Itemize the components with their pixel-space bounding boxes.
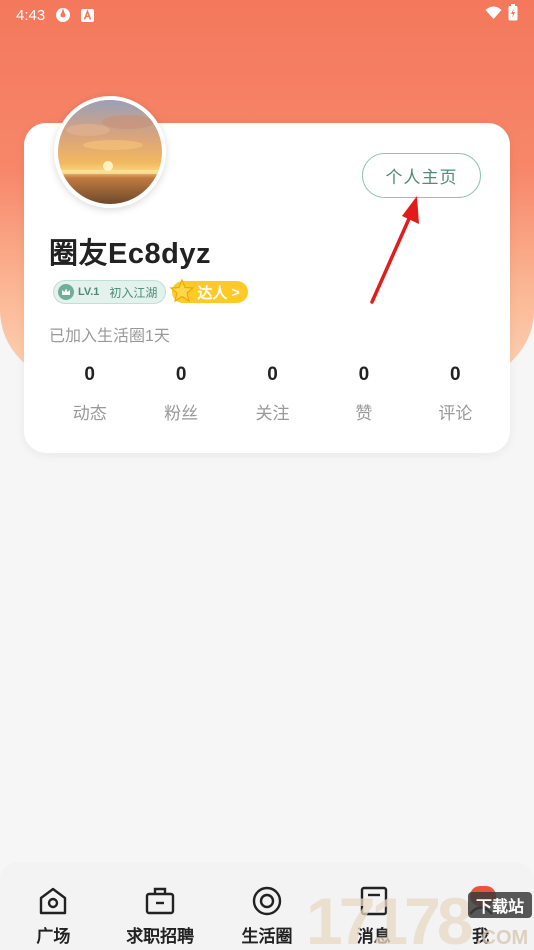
stat-value: 0 xyxy=(358,364,370,385)
stat-value: 0 xyxy=(84,364,95,385)
stat-label: 粉丝 xyxy=(164,404,199,423)
status-time: 4:43 xyxy=(16,6,46,24)
nav-me[interactable]: 我 xyxy=(427,862,534,950)
nav-label: 广场 xyxy=(36,927,71,946)
stat-label: 动态 xyxy=(72,404,107,423)
stat-value: 0 xyxy=(450,364,461,385)
circle-icon xyxy=(250,884,284,918)
stat-label: 赞 xyxy=(355,404,373,423)
level-badge[interactable]: LV.1 初入江湖 xyxy=(53,280,167,304)
profile-card: 个人主页 圈友Ec8dyz LV.1 初入江湖 达人 > 已加入生活圈1天 0 … xyxy=(24,96,510,453)
stat-following[interactable]: 0 关注 xyxy=(227,364,318,424)
briefcase-icon xyxy=(143,884,177,918)
level-text: LV.1 xyxy=(78,286,100,298)
nav-jobs[interactable]: 求职招聘 xyxy=(107,862,214,950)
message-icon xyxy=(357,884,391,918)
expert-badge[interactable]: 达人 > xyxy=(169,278,248,303)
stat-label: 关注 xyxy=(255,404,290,423)
badges: LV.1 初入江湖 达人 > xyxy=(53,278,248,304)
nav-messages[interactable]: 消息 xyxy=(320,862,427,950)
stat-comments[interactable]: 0 评论 xyxy=(410,364,501,424)
chevron-right-icon: > xyxy=(231,284,240,300)
nav-label: 我 xyxy=(472,927,490,946)
star-icon xyxy=(169,278,195,308)
crown-icon xyxy=(58,284,74,300)
a-icon xyxy=(81,8,95,22)
stat-likes[interactable]: 0 赞 xyxy=(318,364,409,424)
annotation-arrow-icon xyxy=(370,196,419,304)
wifi-icon xyxy=(485,6,502,25)
nickname: 圈友Ec8dyz xyxy=(49,238,211,270)
bottom-navigation: 广场 求职招聘 生活圈 消息 我 xyxy=(0,862,534,950)
nav-label: 求职招聘 xyxy=(126,927,195,946)
joined-days-text: 已加入生活圈1天 xyxy=(49,328,170,345)
settings-icon xyxy=(55,7,71,23)
nav-label: 生活圈 xyxy=(241,927,293,946)
stat-fans[interactable]: 0 粉丝 xyxy=(135,364,226,424)
stat-label: 评论 xyxy=(438,404,473,423)
nav-label: 消息 xyxy=(356,927,391,946)
battery-icon xyxy=(508,4,518,26)
status-bar: 4:43 xyxy=(0,0,534,30)
avatar[interactable] xyxy=(54,96,166,208)
nav-square[interactable]: 广场 xyxy=(0,862,107,950)
level-title: 初入江湖 xyxy=(109,285,158,300)
stat-value: 0 xyxy=(175,364,187,385)
home-icon xyxy=(36,884,70,918)
expert-label: 达人 xyxy=(197,284,228,302)
nav-life-circle[interactable]: 生活圈 xyxy=(214,862,321,950)
stats-row: 0 动态 0 粉丝 0 关注 0 赞 0 评论 xyxy=(44,364,501,424)
stat-posts[interactable]: 0 动态 xyxy=(44,364,135,424)
stat-value: 0 xyxy=(267,364,278,385)
notification-badge xyxy=(469,886,496,906)
